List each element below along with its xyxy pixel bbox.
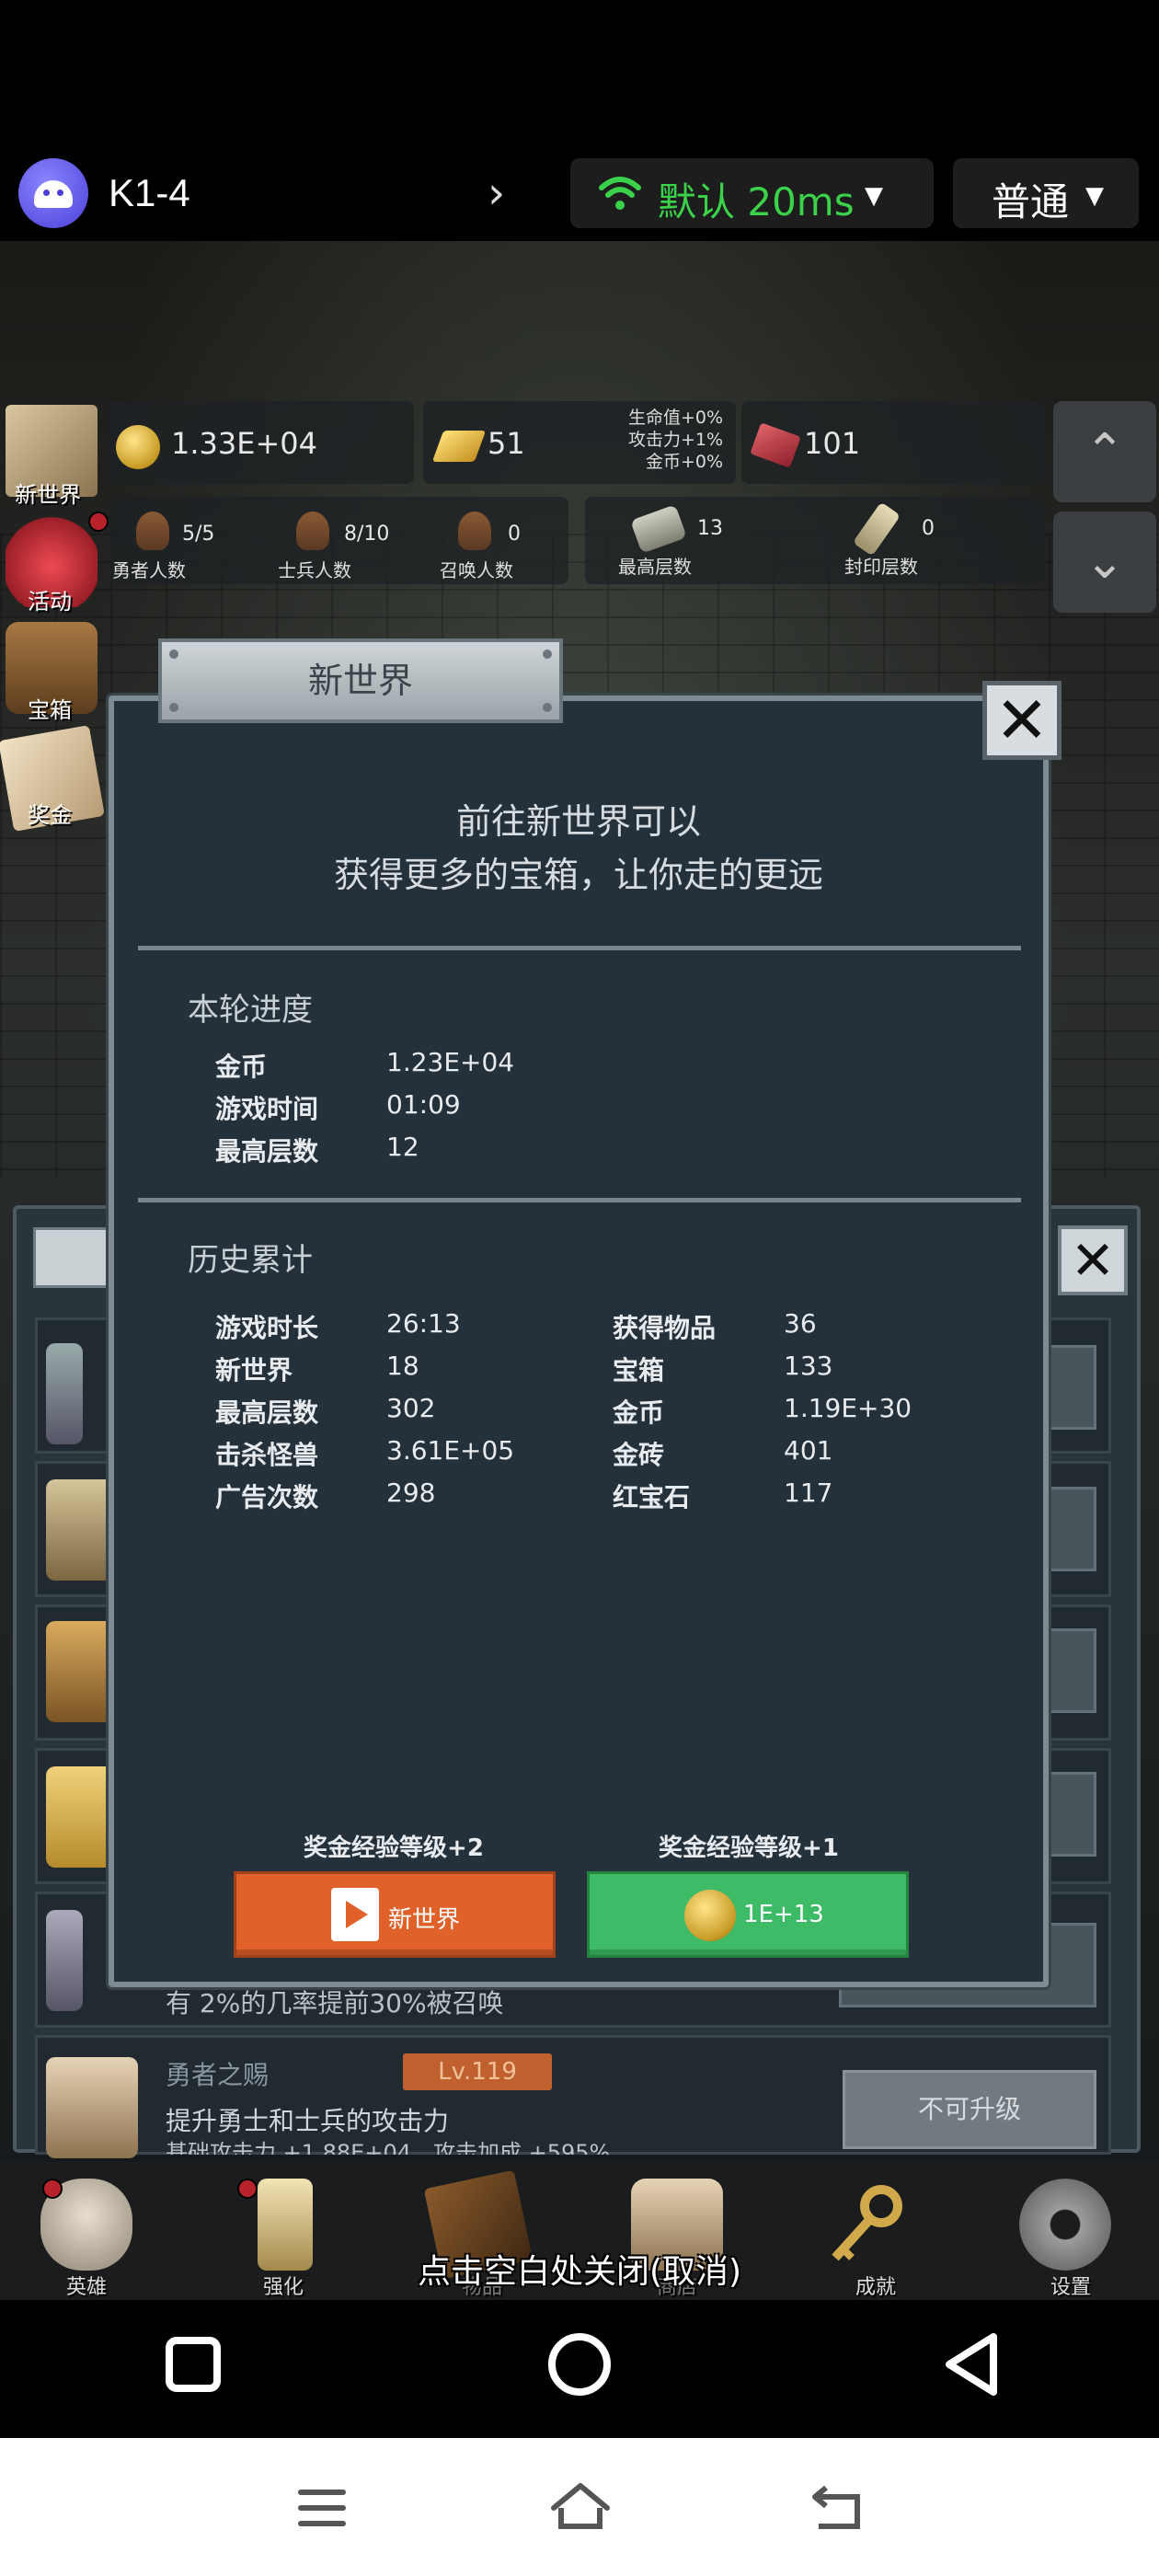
soldier-head-icon [296,512,329,550]
spear-icon [46,1343,83,1444]
android-app-icon[interactable] [18,158,88,228]
history-value: 18 [386,1351,419,1381]
staff-icon [46,1910,83,2011]
history-label: 新世界 [215,1355,293,1386]
summon-head-icon [458,512,491,550]
ruby-amount: 101 [804,426,861,461]
divider [138,946,1021,950]
upgrade-panel-close-icon[interactable]: ✕ [1058,1225,1128,1295]
return-icon[interactable] [809,2482,865,2532]
history-label: 游戏时长 [215,1313,319,1343]
history-value: 3.61E+05 [386,1435,515,1466]
notification-dot [237,2179,258,2199]
bonus-hp: 生命值+0% [627,408,723,428]
sealed-floor-label: 封印层数 [844,556,918,578]
cannot-upgrade-button[interactable]: 不可升级 [843,2070,1096,2149]
pay-gold-button-label: 1E+13 [743,1901,824,1928]
side-menu-bonus[interactable]: 奖金 [28,797,72,829]
hero-count: 5/5 [182,523,215,546]
scroll-up-button[interactable]: ⌃ [1053,401,1156,502]
max-floor-label: 最高层数 [618,556,692,578]
current-label: 游戏时间 [215,1094,319,1124]
home-icon[interactable] [548,2333,611,2396]
recents-icon[interactable] [166,2337,221,2392]
item-description: 提升勇士和士兵的攻击力 [166,2106,450,2136]
bonus-attack: 攻击力+1% [627,430,723,450]
house-icon[interactable] [548,2480,613,2532]
summon-count: 0 [508,523,521,546]
history-value: 298 [386,1478,436,1508]
chevron-right-icon[interactable]: › [488,170,515,216]
network-latency-label: 默认 20ms [658,179,855,224]
summon-count-label: 召唤人数 [440,559,513,581]
history-title: 历史累计 [188,1242,313,1279]
close-icon[interactable]: ✕ [982,681,1061,760]
history-value: 26:13 [386,1308,461,1339]
history-value: 302 [386,1393,436,1423]
intro-line-2: 获得更多的宝箱，让你走的更远 [333,855,823,895]
current-label: 最高层数 [215,1136,319,1167]
watch-ad-button-label: 新世界 [388,1906,461,1934]
history-label: 获得物品 [613,1313,717,1343]
soldier-count-label: 士兵人数 [278,559,351,581]
soldier-count: 8/10 [344,523,390,546]
video-icon [331,1888,379,1941]
current-value: 01:09 [386,1089,461,1120]
gold-coin-icon [116,425,160,469]
history-value: 1.19E+30 [784,1393,912,1423]
left-reward-caption: 奖金经验等级+2 [304,1834,484,1862]
intro-line-1: 前往新世界可以 [455,801,701,842]
scroll-down-button[interactable]: ⌄ [1053,512,1156,613]
side-menu-events[interactable]: 活动 [28,583,72,615]
notification-dot [42,2179,63,2199]
current-label: 金币 [215,1052,268,1082]
beer-mug-icon [46,2057,138,2158]
max-floor: 13 [697,517,723,540]
history-label: 红宝石 [613,1482,691,1512]
history-label: 金砖 [613,1440,665,1470]
summon-chance-text: 有 2%的几率提前30%被召唤 [166,1988,504,2018]
gold-coin-icon [684,1890,736,1941]
bonus-stats: 生命值+0% 攻击力+1% 金币+0% [552,407,723,473]
history-value: 36 [784,1308,817,1339]
dialog-intro: 前往新世界可以 获得更多的宝箱，让你走的更远 [109,795,1049,902]
gold-bar-amount: 51 [488,426,525,461]
history-value: 401 [784,1435,833,1466]
tap-to-close-hint[interactable]: 点击空白处关闭(取消) [0,2245,1159,2293]
history-value: 117 [784,1478,833,1508]
dialog-title-tab: 新世界 [158,638,563,723]
bonus-gold: 金币+0% [645,452,723,472]
history-label: 广告次数 [215,1482,319,1512]
dialog-title: 新世界 [307,661,413,701]
history-value: 133 [784,1351,833,1381]
history-label: 宝箱 [613,1355,665,1386]
history-label: 击杀怪兽 [215,1440,319,1470]
right-reward-caption: 奖金经验等级+1 [659,1834,839,1862]
side-menu-new-world[interactable]: 新世界 [15,477,81,509]
current-round-title: 本轮进度 [188,992,313,1029]
wifi-icon [599,177,641,210]
dropdown-caret-icon: ▼ [865,182,883,210]
notification-dot [88,512,109,532]
hero-count-label: 勇者人数 [112,559,186,581]
quality-label: 普通 [992,179,1070,224]
back-icon[interactable] [938,2329,1003,2399]
history-label: 金币 [613,1397,665,1428]
side-menu-chest[interactable]: 宝箱 [28,692,72,724]
history-label: 最高层数 [215,1397,319,1428]
gold-amount: 1.33E+04 [171,426,317,461]
app-title: K1-4 [109,171,190,214]
current-value: 12 [386,1132,419,1162]
level-badge: Lv.119 [403,2053,552,2090]
item-detail: 基础攻击力 +1.88E+04，攻击加成 +595% [166,2140,611,2155]
item-title: 勇者之赐 [166,2060,270,2090]
status-bar [0,0,1159,138]
sealed-floor: 0 [922,517,935,540]
divider [138,1198,1021,1202]
hero-head-icon [136,512,169,550]
menu-icon[interactable] [298,2490,346,2526]
current-value: 1.23E+04 [386,1047,515,1077]
dropdown-caret-icon: ▼ [1085,182,1104,210]
